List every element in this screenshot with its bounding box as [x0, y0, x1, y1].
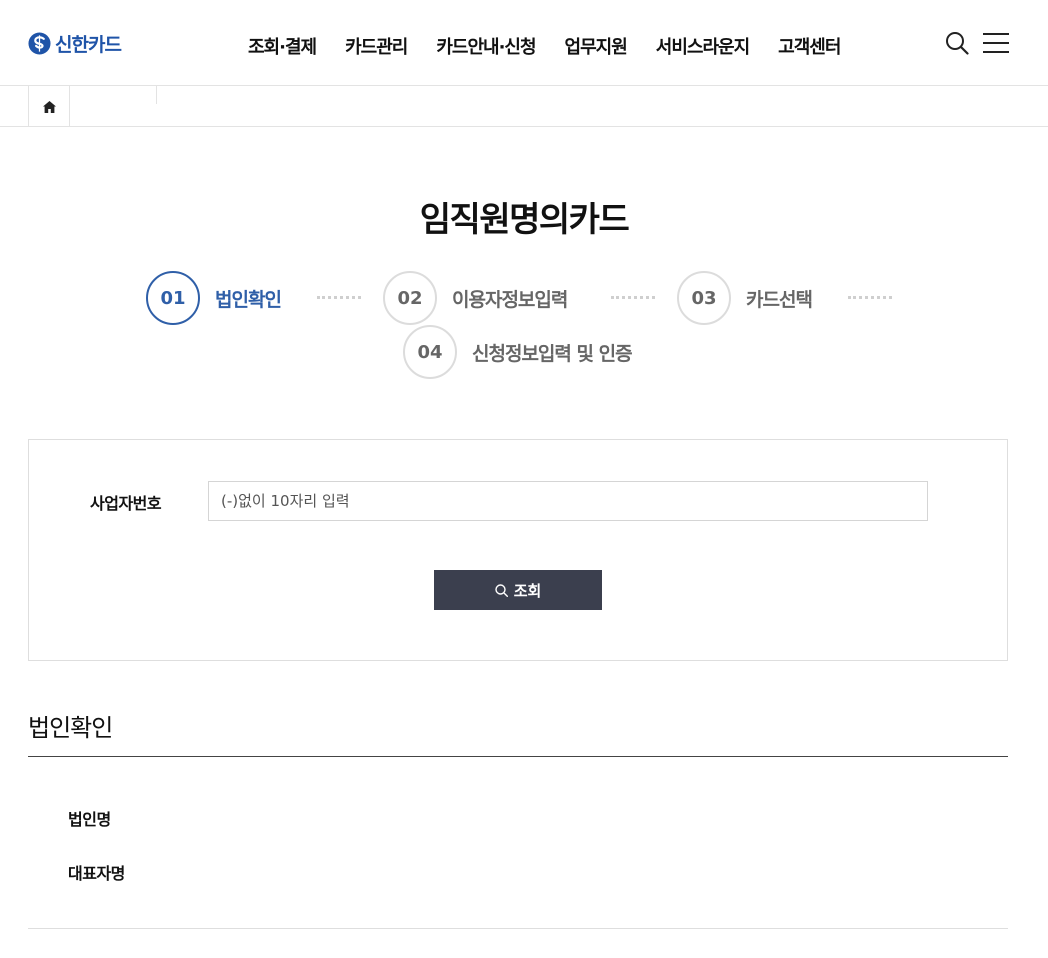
step-label: 이용자정보입력 [452, 288, 568, 311]
step-number: 04 [403, 325, 457, 379]
search-icon [494, 583, 508, 597]
hamburger-menu-icon[interactable] [983, 32, 1009, 54]
step-connector [611, 296, 655, 299]
step-2: 02 이용자정보입력 [383, 271, 568, 325]
global-nav: 조회·결제 카드관리 카드안내·신청 업무지원 서비스라운지 고객센터 [248, 33, 841, 59]
nav-item-business-support[interactable]: 업무지원 [565, 33, 628, 59]
corp-check-section-title: 법인확인 [28, 714, 113, 742]
inquiry-button[interactable]: 조회 [434, 570, 602, 610]
step-connector [317, 296, 361, 299]
step-1: 01 법인확인 [146, 271, 282, 325]
ceo-name-label: 대표자명 [68, 864, 125, 883]
business-number-form: 사업자번호 조회 [28, 439, 1008, 661]
section-bottom-divider [28, 928, 1008, 929]
nav-item-customer-center[interactable]: 고객센터 [778, 33, 841, 59]
step-3: 03 카드선택 [677, 271, 813, 325]
breadcrumb-divider [156, 86, 157, 104]
inquiry-button-label: 조회 [513, 581, 542, 600]
step-label: 법인확인 [215, 288, 282, 311]
nav-item-card-guide-apply[interactable]: 카드안내·신청 [436, 33, 536, 59]
breadcrumb [0, 86, 1048, 127]
step-label: 신청정보입력 및 인증 [472, 342, 633, 365]
home-icon [42, 100, 56, 113]
step-number: 02 [383, 271, 437, 325]
shinhan-card-logo[interactable]: 신한카드 [28, 31, 122, 56]
step-4: 04 신청정보입력 및 인증 [403, 325, 633, 379]
business-number-label: 사업자번호 [90, 494, 162, 513]
step-number: 03 [677, 271, 731, 325]
shinhan-logo-icon [28, 31, 51, 55]
step-label: 카드선택 [746, 288, 813, 311]
section-divider [28, 756, 1008, 757]
corp-name-label: 법인명 [68, 810, 111, 829]
business-number-input[interactable] [208, 481, 928, 521]
logo-text: 신한카드 [55, 33, 122, 56]
step-number: 01 [146, 271, 200, 325]
nav-item-service-lounge[interactable]: 서비스라운지 [656, 33, 750, 59]
breadcrumb-home[interactable] [28, 86, 70, 127]
step-connector [848, 296, 892, 299]
site-header: 신한카드 조회·결제 카드관리 카드안내·신청 업무지원 서비스라운지 고객센터 [0, 0, 1048, 86]
nav-item-inquiry-payment[interactable]: 조회·결제 [248, 33, 317, 59]
page-title: 임직원명의카드 [419, 200, 630, 240]
nav-item-card-management[interactable]: 카드관리 [345, 33, 408, 59]
search-icon[interactable] [945, 31, 969, 55]
